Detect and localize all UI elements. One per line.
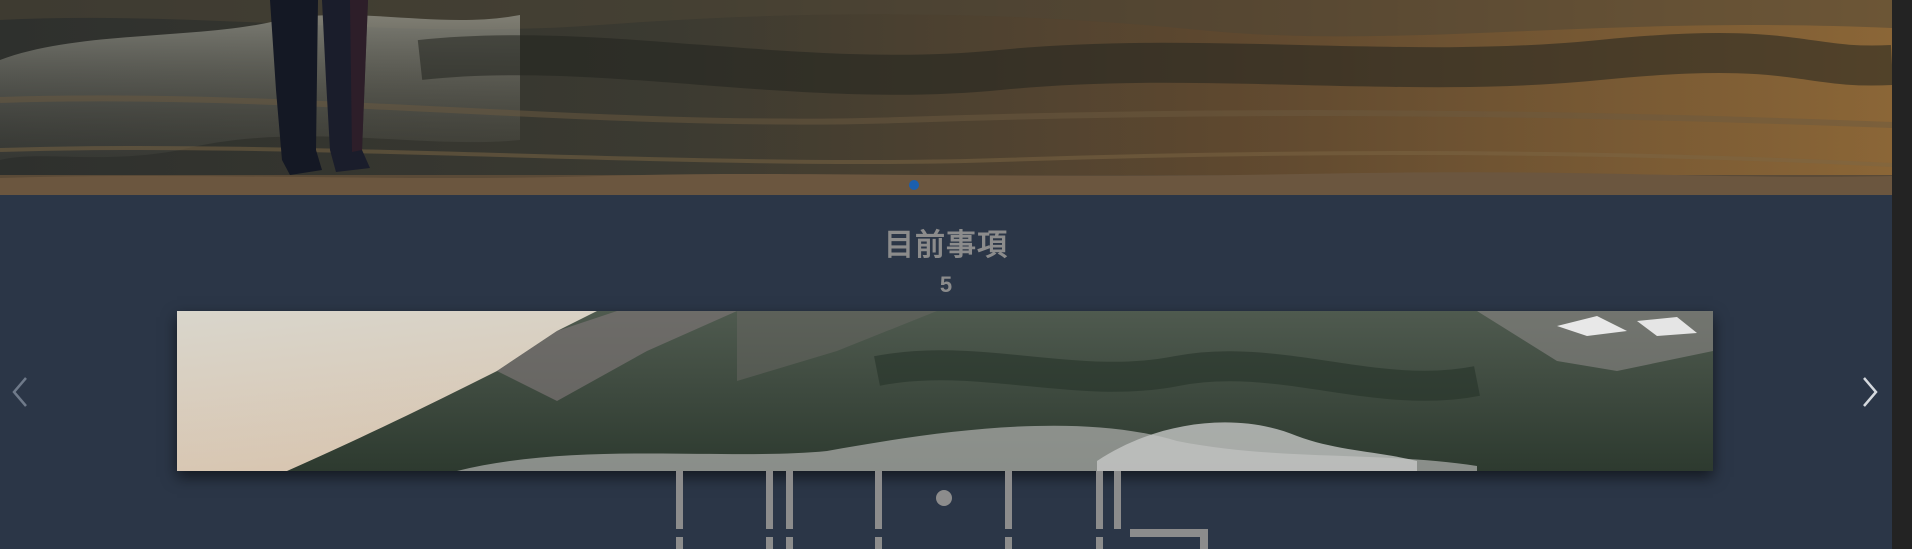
scrollbar[interactable]	[1892, 0, 1912, 549]
chevron-left-icon[interactable]	[6, 372, 36, 412]
decorative-glyph-graphic	[660, 471, 1240, 549]
carousel-slide-image[interactable]	[177, 311, 1713, 471]
page: 目前事項 5	[0, 0, 1912, 549]
carousel-indicator-dot[interactable]	[909, 180, 919, 190]
chevron-right-icon[interactable]	[1854, 372, 1884, 412]
section-title: 目前事項	[884, 228, 1008, 263]
hero-banner-image	[0, 0, 1892, 195]
section-count: 5	[939, 272, 953, 297]
